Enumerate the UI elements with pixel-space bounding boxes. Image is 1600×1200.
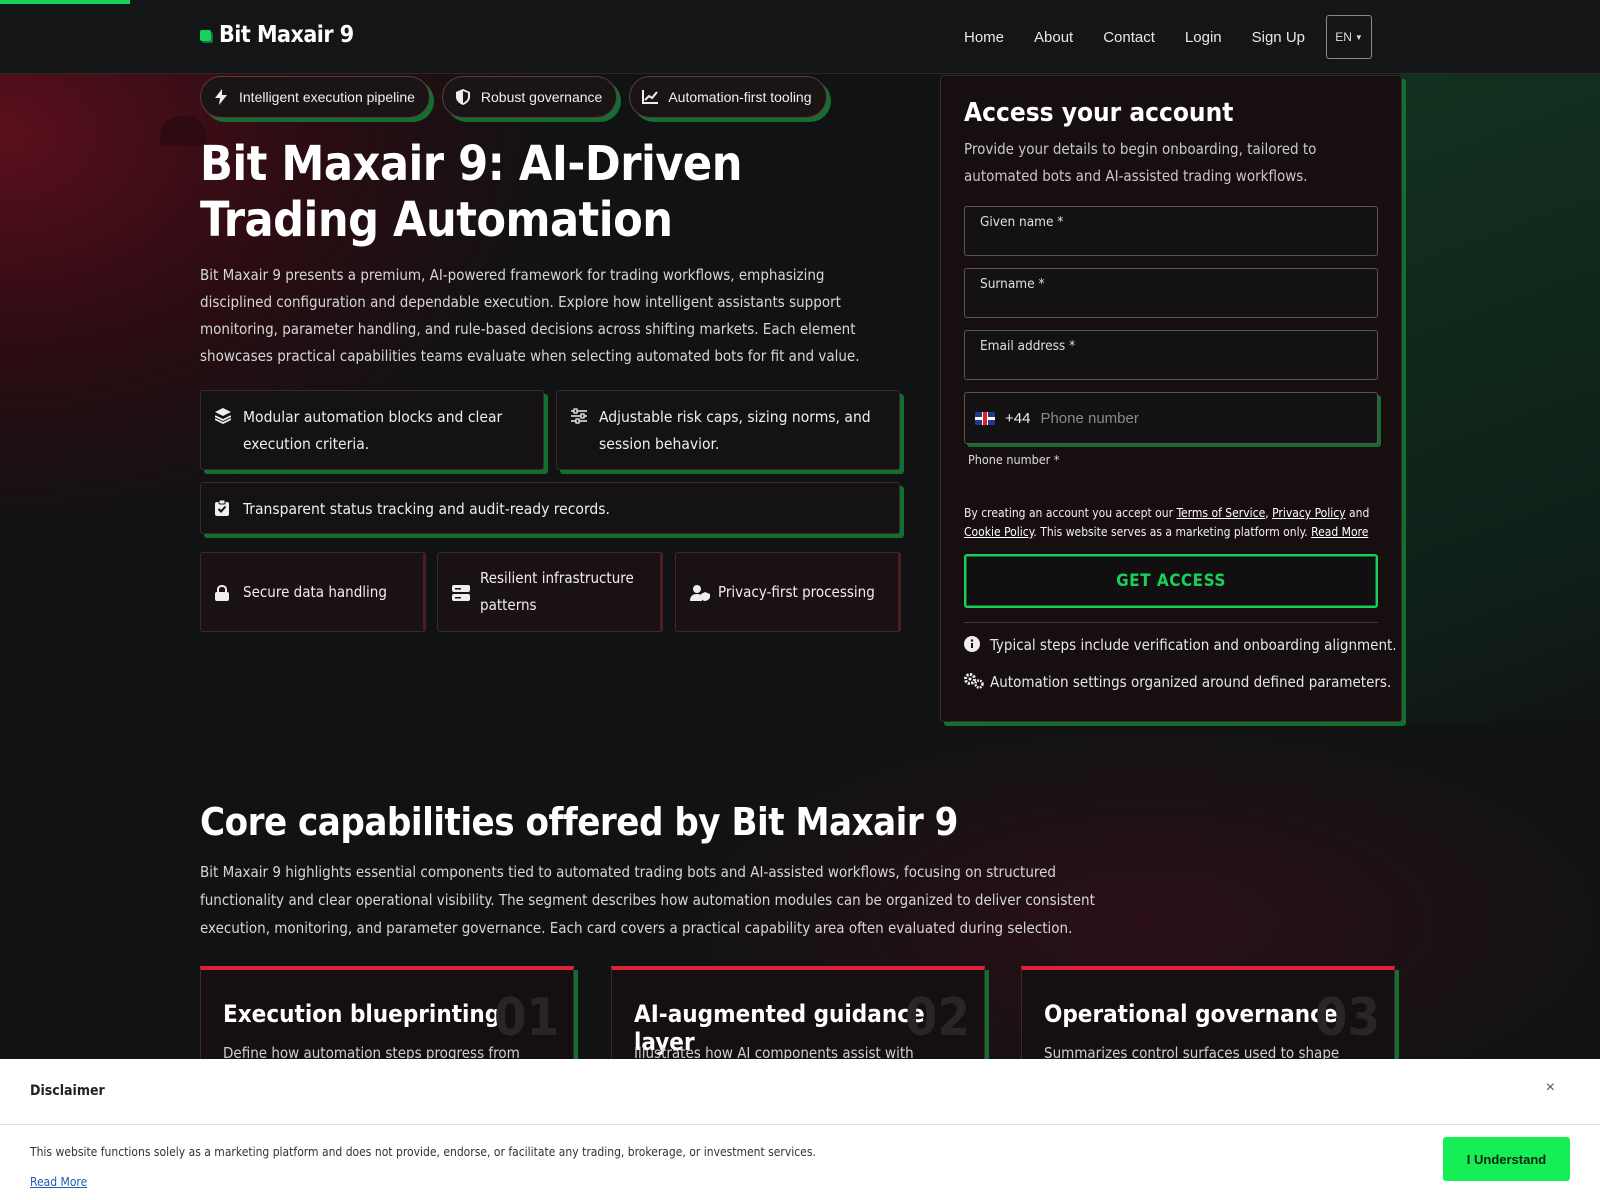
privacy-link[interactable]: Privacy Policy <box>1272 506 1346 520</box>
disclaimer-read-more-link[interactable]: Read More <box>30 1175 87 1189</box>
feature-text: Adjustable risk caps, sizing norms, and … <box>599 408 871 453</box>
badge-privacy: Privacy-first processing <box>675 552 901 632</box>
signup-form-card: Access your account Provide your details… <box>940 75 1402 722</box>
email-field[interactable]: Email address * <box>964 330 1378 380</box>
nav-about[interactable]: About <box>1019 29 1088 46</box>
brand-mark-icon <box>200 29 211 41</box>
chip-governance: Robust governance <box>441 76 618 118</box>
cookie-link[interactable]: Cookie Policy <box>964 525 1033 539</box>
language-code: EN <box>1335 30 1352 44</box>
feature-card-status: Transparent status tracking and audit-re… <box>200 482 900 534</box>
chip-execution: Intelligent execution pipeline <box>200 76 430 118</box>
bolt-icon <box>213 89 229 105</box>
server-icon <box>452 583 470 601</box>
scroll-progress-bar <box>0 0 130 4</box>
card-title: Execution blueprinting <box>223 1000 501 1028</box>
terms-prefix: By creating an account you accept our <box>964 506 1177 520</box>
form-description: Provide your details to begin onboarding… <box>964 140 1317 185</box>
caret-down-icon: ▼ <box>1354 32 1363 42</box>
site-header: Bit Maxair 9 Home About Contact Login Si… <box>0 0 1600 74</box>
uk-flag-icon[interactable] <box>975 411 995 425</box>
disclaimer-banner: Disclaimer × This website functions sole… <box>0 1059 1600 1200</box>
form-divider <box>964 622 1378 623</box>
understand-button[interactable]: I Understand <box>1443 1137 1570 1181</box>
read-more-link[interactable]: Read More <box>1311 525 1368 539</box>
disclaimer-title: Disclaimer <box>30 1083 105 1099</box>
close-icon[interactable]: × <box>1546 1079 1555 1097</box>
lock-icon <box>215 583 233 601</box>
surname-field[interactable]: Surname * <box>964 268 1378 318</box>
terms-link[interactable]: Terms of Service <box>1176 506 1265 520</box>
given-name-label: Given name * <box>980 214 1064 230</box>
note-text: Automation settings organized around def… <box>990 673 1392 691</box>
form-title: Access your account <box>964 98 1234 128</box>
given-name-field[interactable]: Given name * <box>964 206 1378 256</box>
chart-line-icon <box>642 89 659 105</box>
sliders-icon <box>571 406 587 424</box>
chip-tooling: Automation-first tooling <box>629 76 827 118</box>
phone-prefix[interactable]: +44 <box>1005 410 1030 427</box>
nav-login[interactable]: Login <box>1170 29 1237 46</box>
layers-icon <box>214 406 232 425</box>
chip-label: Robust governance <box>480 89 603 105</box>
nav-home[interactable]: Home <box>949 29 1019 46</box>
phone-field: +44 <box>964 392 1378 444</box>
card-title: Operational governance <box>1044 1000 1338 1028</box>
phone-input[interactable] <box>1040 409 1341 427</box>
form-note-verification: Typical steps include verification and o… <box>964 636 1397 654</box>
terms-text: By creating an account you accept our Te… <box>964 506 1370 539</box>
disclaimer-text: This website functions solely as a marke… <box>30 1145 816 1159</box>
shield-icon <box>455 89 471 105</box>
badge-text: Secure data handling <box>243 582 387 601</box>
info-icon <box>964 636 980 652</box>
hero-chips: Intelligent execution pipeline Robust go… <box>200 76 827 118</box>
feature-card-modular: Modular automation blocks and clear exec… <box>200 390 544 470</box>
terms-and: and <box>1345 506 1370 520</box>
note-text: Typical steps include verification and o… <box>990 636 1397 654</box>
chip-label: Automation-first tooling <box>668 89 812 105</box>
gears-icon <box>964 673 984 689</box>
feature-text: Modular automation blocks and clear exec… <box>243 408 503 453</box>
badge-infrastructure: Resilient infrastructure patterns <box>437 552 663 632</box>
card-number: 02 <box>904 988 970 1048</box>
brand-logo[interactable]: Bit Maxair 9 <box>200 22 354 48</box>
nav-signup[interactable]: Sign Up <box>1237 29 1320 46</box>
phone-label: Phone number * <box>968 452 1060 467</box>
clipboard-check-icon <box>215 498 231 516</box>
feature-text: Transparent status tracking and audit-re… <box>243 500 610 518</box>
hero-right-background <box>1400 74 1600 722</box>
email-label: Email address * <box>980 338 1076 354</box>
badge-text: Resilient infrastructure patterns <box>480 569 634 614</box>
card-number: 03 <box>1314 988 1380 1048</box>
capabilities-description: Bit Maxair 9 highlights essential compon… <box>200 863 1095 937</box>
nav-contact[interactable]: Contact <box>1088 29 1170 46</box>
terms-suffix: . This website serves as a marketing pla… <box>1033 525 1312 539</box>
language-selector[interactable]: EN ▼ <box>1326 15 1372 59</box>
capabilities-title: Core capabilities offered by Bit Maxair … <box>200 800 958 844</box>
hero-title: Bit Maxair 9: AI-Driven Trading Automati… <box>200 136 742 248</box>
brand-name: Bit Maxair 9 <box>219 22 354 48</box>
main-nav: Home About Contact Login Sign Up EN ▼ <box>949 15 1372 59</box>
feature-card-risk: Adjustable risk caps, sizing norms, and … <box>556 390 900 470</box>
get-access-button[interactable]: GET ACCESS <box>964 554 1378 608</box>
disclaimer-header: Disclaimer × <box>0 1059 1600 1125</box>
chip-label: Intelligent execution pipeline <box>239 89 415 105</box>
hero-description: Bit Maxair 9 presents a premium, AI-powe… <box>200 266 860 365</box>
badge-secure-data: Secure data handling <box>200 552 426 632</box>
surname-label: Surname * <box>980 276 1045 292</box>
card-number: 01 <box>493 988 559 1048</box>
badge-text: Privacy-first processing <box>718 582 875 601</box>
form-note-automation: Automation settings organized around def… <box>964 673 1391 691</box>
user-shield-icon <box>690 583 710 601</box>
